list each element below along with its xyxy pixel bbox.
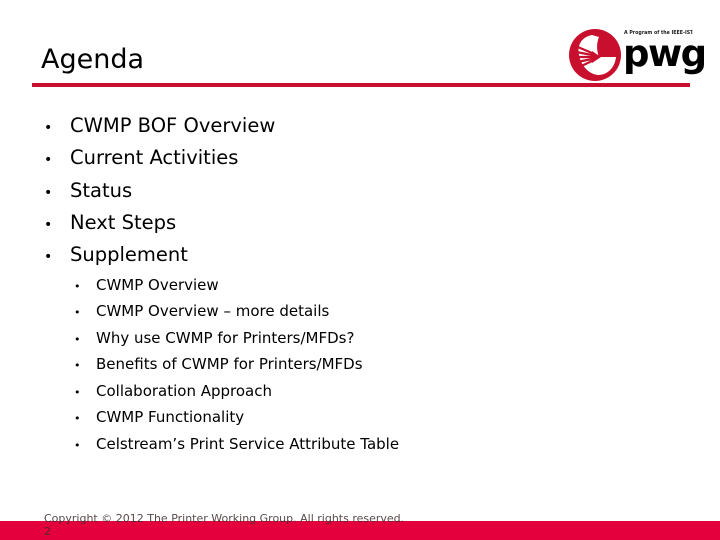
list-item: • Collaboration Approach xyxy=(74,378,694,404)
list-item-label: CWMP BOF Overview xyxy=(70,114,276,137)
list-item: • CWMP Overview – more details xyxy=(74,298,694,324)
bullet-marker-icon: • xyxy=(74,280,81,293)
bullet-marker-icon: • xyxy=(74,306,81,319)
list-item: • Status xyxy=(44,175,684,207)
pwg-logo: A Program of the IEEE-ISTO pwg xyxy=(568,22,707,84)
bullet-marker-icon: • xyxy=(74,333,81,346)
list-item-label: Collaboration Approach xyxy=(96,382,273,400)
bullet-marker-icon: • xyxy=(74,386,81,399)
bullet-marker-icon: • xyxy=(44,152,53,168)
list-item-label: Status xyxy=(70,179,133,202)
list-item-label: CWMP Overview – more details xyxy=(96,302,330,320)
slide: Agenda A Program of the IEEE-ISTO pwg • C… xyxy=(0,0,720,540)
bullet-marker-icon: • xyxy=(44,249,53,265)
list-item-label: Celstream’s Print Service Attribute Tabl… xyxy=(96,435,400,453)
bullet-marker-icon: • xyxy=(44,217,53,233)
list-item: • Benefits of CWMP for Printers/MFDs xyxy=(74,351,694,377)
pwg-logo-wordmark: pwg xyxy=(623,32,707,75)
list-item: • CWMP Functionality xyxy=(74,404,694,430)
bullet-marker-icon: • xyxy=(74,359,81,372)
list-item-label: CWMP Overview xyxy=(96,276,219,294)
list-item-label: CWMP Functionality xyxy=(96,408,245,426)
list-item-label: Supplement xyxy=(70,243,188,266)
list-item-label: Benefits of CWMP for Printers/MFDs xyxy=(96,355,363,373)
list-item: • Celstream’s Print Service Attribute Tab… xyxy=(74,431,694,457)
footer-copyright: Copyright © 2012 The Printer Working Gro… xyxy=(44,512,405,525)
list-item: • Why use CWMP for Printers/MFDs? xyxy=(74,325,694,351)
bullet-marker-icon: • xyxy=(74,439,81,452)
page-title: Agenda xyxy=(41,44,145,75)
list-item-label: Current Activities xyxy=(70,146,239,169)
bullet-marker-icon: • xyxy=(44,185,53,201)
list-item: • CWMP BOF Overview xyxy=(44,110,684,142)
list-item: • Next Steps xyxy=(44,207,684,239)
list-item-label: Next Steps xyxy=(70,211,177,234)
bullet-marker-icon: • xyxy=(74,412,81,425)
list-item: • CWMP Overview xyxy=(74,272,694,298)
list-item: • Supplement xyxy=(44,239,684,271)
footer-page-number: 2 xyxy=(44,525,51,538)
list-item: • Current Activities xyxy=(44,142,684,174)
list-item-label: Why use CWMP for Printers/MFDs? xyxy=(96,329,355,347)
bullet-marker-icon: • xyxy=(44,120,53,136)
pwg-logo-mark-icon xyxy=(569,29,621,81)
